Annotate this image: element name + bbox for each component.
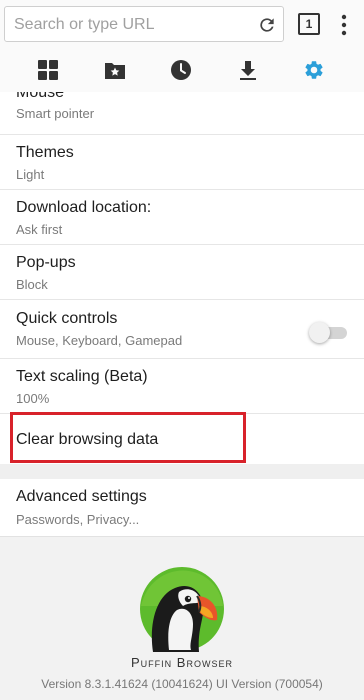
download-icon[interactable] [237, 59, 259, 81]
setting-download-location[interactable]: Download location: Ask first [0, 190, 364, 245]
setting-subtitle: Ask first [16, 222, 63, 237]
settings-gear-icon[interactable] [303, 59, 325, 81]
setting-title: Themes [16, 144, 74, 161]
section-divider [0, 464, 364, 479]
setting-popups[interactable]: Pop-ups Block [0, 245, 364, 300]
quick-controls-toggle[interactable] [309, 322, 347, 343]
setting-mouse[interactable]: Mouse Smart pointer [0, 92, 364, 135]
setting-quick-controls[interactable]: Quick controls Mouse, Keyboard, Gamepad [0, 300, 364, 359]
tab-count-button[interactable]: 1 [298, 13, 320, 35]
bookmarks-folder-icon[interactable] [104, 59, 126, 81]
setting-themes[interactable]: Themes Light [0, 135, 364, 190]
menu-tab-row [0, 50, 364, 92]
setting-text-scaling[interactable]: Text scaling (Beta) 100% [0, 359, 364, 414]
setting-title: Text scaling (Beta) [16, 368, 148, 385]
setting-subtitle: 100% [16, 391, 50, 406]
setting-subtitle: Smart pointer [16, 106, 95, 121]
more-options-icon[interactable] [340, 14, 348, 36]
setting-title: Advanced settings [16, 488, 147, 505]
setting-title: Quick controls [16, 310, 118, 327]
setting-advanced[interactable]: Advanced settings Passwords, Privacy... [0, 479, 364, 537]
setting-subtitle: Mouse, Keyboard, Gamepad [16, 333, 183, 348]
setting-subtitle: Light [16, 167, 45, 182]
setting-subtitle: Block [16, 277, 48, 292]
toggle-knob [309, 322, 330, 343]
setting-title: Mouse [16, 92, 65, 101]
url-bar[interactable] [4, 6, 284, 42]
puffin-logo [140, 567, 224, 652]
history-clock-icon[interactable] [170, 59, 192, 81]
brand-name: Puffin Browser [131, 655, 233, 670]
setting-title: Pop-ups [16, 254, 76, 271]
version-info: Version 8.3.1.41624 (10041624) UI Versio… [41, 677, 323, 691]
reload-icon[interactable] [257, 15, 277, 35]
setting-clear-browsing-data[interactable]: Clear browsing data [0, 414, 364, 466]
dashboard-icon[interactable] [37, 59, 59, 81]
setting-subtitle: Passwords, Privacy... [16, 512, 140, 527]
setting-title: Download location: [16, 199, 152, 216]
url-input[interactable] [14, 15, 254, 35]
setting-title: Clear browsing data [16, 431, 159, 448]
browser-toolbar: 1 [0, 0, 364, 50]
